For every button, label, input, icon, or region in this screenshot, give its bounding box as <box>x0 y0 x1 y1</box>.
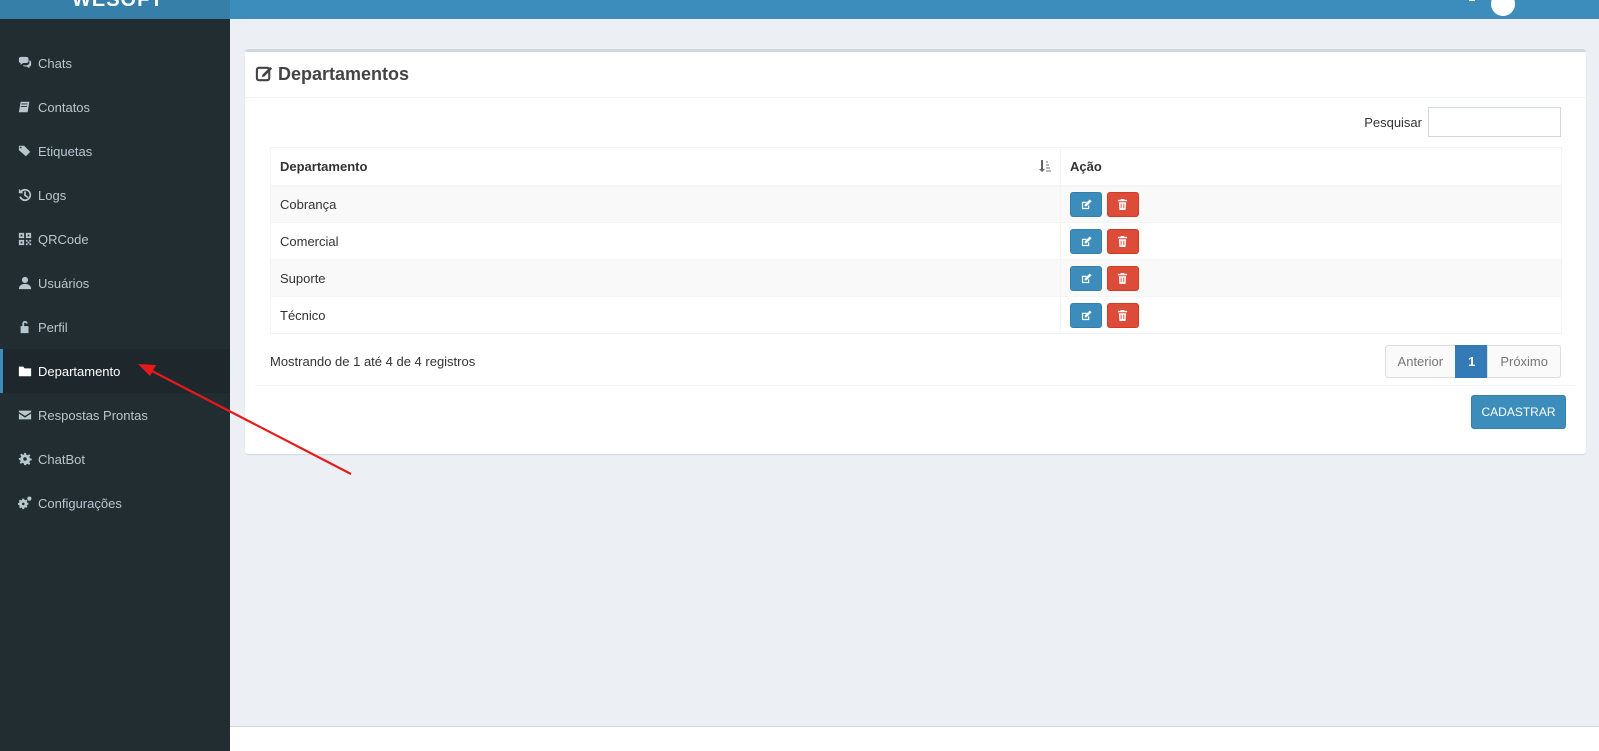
sidebar-item-configuracoes[interactable]: Configurações <box>0 481 230 525</box>
history-icon <box>18 188 38 202</box>
search-row: Pesquisar <box>1364 107 1561 137</box>
edit-button[interactable] <box>1070 302 1102 328</box>
delete-button[interactable] <box>1106 265 1139 291</box>
user-avatar[interactable] <box>1491 0 1515 16</box>
cell-departamento: Suporte <box>270 259 1061 297</box>
next-page-button[interactable]: Próximo <box>1487 345 1561 378</box>
trash-icon <box>1118 309 1128 321</box>
sidebar-item-respostas-prontas[interactable]: Respostas Prontas <box>0 393 230 437</box>
previous-page-button[interactable]: Anterior <box>1384 345 1457 378</box>
sidebar-item-label: QRCode <box>38 231 89 247</box>
sidebar-item-label: Configurações <box>38 495 122 511</box>
notification-icon[interactable] <box>1467 0 1477 4</box>
comments-icon <box>18 56 38 70</box>
search-input[interactable] <box>1428 107 1561 137</box>
panel-header: Departamentos <box>245 52 1586 98</box>
sidebar: Chats Contatos Etiquetas Logs QRCode Usu… <box>0 19 230 751</box>
search-label: Pesquisar <box>1364 114 1422 130</box>
cell-departamento: Comercial <box>270 222 1061 260</box>
edit-button[interactable] <box>1070 228 1102 254</box>
edit-square-icon <box>255 64 274 86</box>
envelope-icon <box>18 408 38 422</box>
sidebar-item-etiquetas[interactable]: Etiquetas <box>0 129 230 173</box>
cadastrar-button[interactable]: CADASTRAR <box>1471 395 1566 429</box>
edit-button[interactable] <box>1070 191 1102 217</box>
unlock-icon <box>18 320 38 334</box>
sidebar-item-label: Perfil <box>38 319 68 335</box>
cell-departamento: Técnico <box>270 296 1061 334</box>
cell-acao <box>1060 259 1562 297</box>
column-header-acao[interactable]: Ação <box>1060 147 1562 187</box>
sidebar-item-label: Etiquetas <box>38 143 93 159</box>
cog-icon <box>18 452 38 466</box>
divider <box>255 385 1576 386</box>
cell-acao <box>1060 222 1562 260</box>
user-icon <box>18 276 38 290</box>
folder-icon <box>18 364 38 378</box>
edit-icon <box>1081 199 1092 209</box>
sidebar-item-logs[interactable]: Logs <box>0 173 230 217</box>
sidebar-item-label: Contatos <box>38 99 91 115</box>
table-row: Comercial <box>270 222 1562 260</box>
sidebar-item-label: ChatBot <box>38 451 85 467</box>
edit-icon <box>1081 309 1092 320</box>
cell-acao <box>1060 296 1562 334</box>
edit-icon <box>1081 235 1092 246</box>
table-row: Técnico <box>270 296 1562 334</box>
cell-acao <box>1060 185 1562 223</box>
table-header-row: Departamento Ação <box>270 147 1562 187</box>
logo[interactable]: WESOFT <box>72 0 164 12</box>
sidebar-menu: Chats Contatos Etiquetas Logs QRCode Usu… <box>0 19 230 525</box>
sidebar-item-label: Respostas Prontas <box>38 407 148 423</box>
sidebar-item-label: Chats <box>38 55 72 71</box>
footer <box>230 726 1599 751</box>
delete-button[interactable] <box>1106 302 1139 328</box>
table-row: Cobrança <box>270 185 1562 223</box>
edit-button[interactable] <box>1070 265 1102 291</box>
delete-button[interactable] <box>1106 228 1139 254</box>
sidebar-item-label: Departamento <box>38 363 121 379</box>
table-info: Mostrando de 1 até 4 de 4 registros <box>270 354 476 369</box>
sidebar-item-contatos[interactable]: Contatos <box>0 85 230 129</box>
pagination: Anterior 1 Próximo <box>1384 345 1561 378</box>
content-area: Departamentos Pesquisar Departamento Açã… <box>230 19 1599 751</box>
sidebar-item-perfil[interactable]: Perfil <box>0 305 230 349</box>
sidebar-item-usuarios[interactable]: Usuários <box>0 261 230 305</box>
sort-desc-icon[interactable] <box>1038 159 1052 176</box>
table-row: Suporte <box>270 259 1562 297</box>
tags-icon <box>18 144 38 158</box>
sidebar-item-departamento[interactable]: Departamento <box>0 349 230 393</box>
book-icon <box>18 100 38 114</box>
cell-departamento: Cobrança <box>270 185 1061 223</box>
qrcode-icon <box>18 232 38 246</box>
sidebar-item-label: Logs <box>38 187 67 203</box>
page-1-button[interactable]: 1 <box>1455 345 1489 378</box>
trash-icon <box>1118 198 1128 210</box>
column-header-departamento[interactable]: Departamento <box>270 147 1061 187</box>
sidebar-item-qrcode[interactable]: QRCode <box>0 217 230 261</box>
sidebar-item-chats[interactable]: Chats <box>0 41 230 85</box>
delete-button[interactable] <box>1106 191 1139 217</box>
departamentos-table: Departamento Ação Cobrança Comercial Sup… <box>270 147 1562 334</box>
cogs-icon <box>18 496 38 510</box>
logo-bar[interactable]: WESOFT <box>0 0 230 19</box>
sidebar-item-label: Usuários <box>38 275 90 291</box>
departamentos-panel: Departamentos Pesquisar Departamento Açã… <box>245 49 1586 454</box>
trash-icon <box>1118 272 1128 284</box>
top-navbar <box>230 0 1599 19</box>
edit-icon <box>1081 272 1092 283</box>
trash-icon <box>1118 235 1128 247</box>
sidebar-item-chatbot[interactable]: ChatBot <box>0 437 230 481</box>
page-title: Departamentos <box>278 64 410 84</box>
